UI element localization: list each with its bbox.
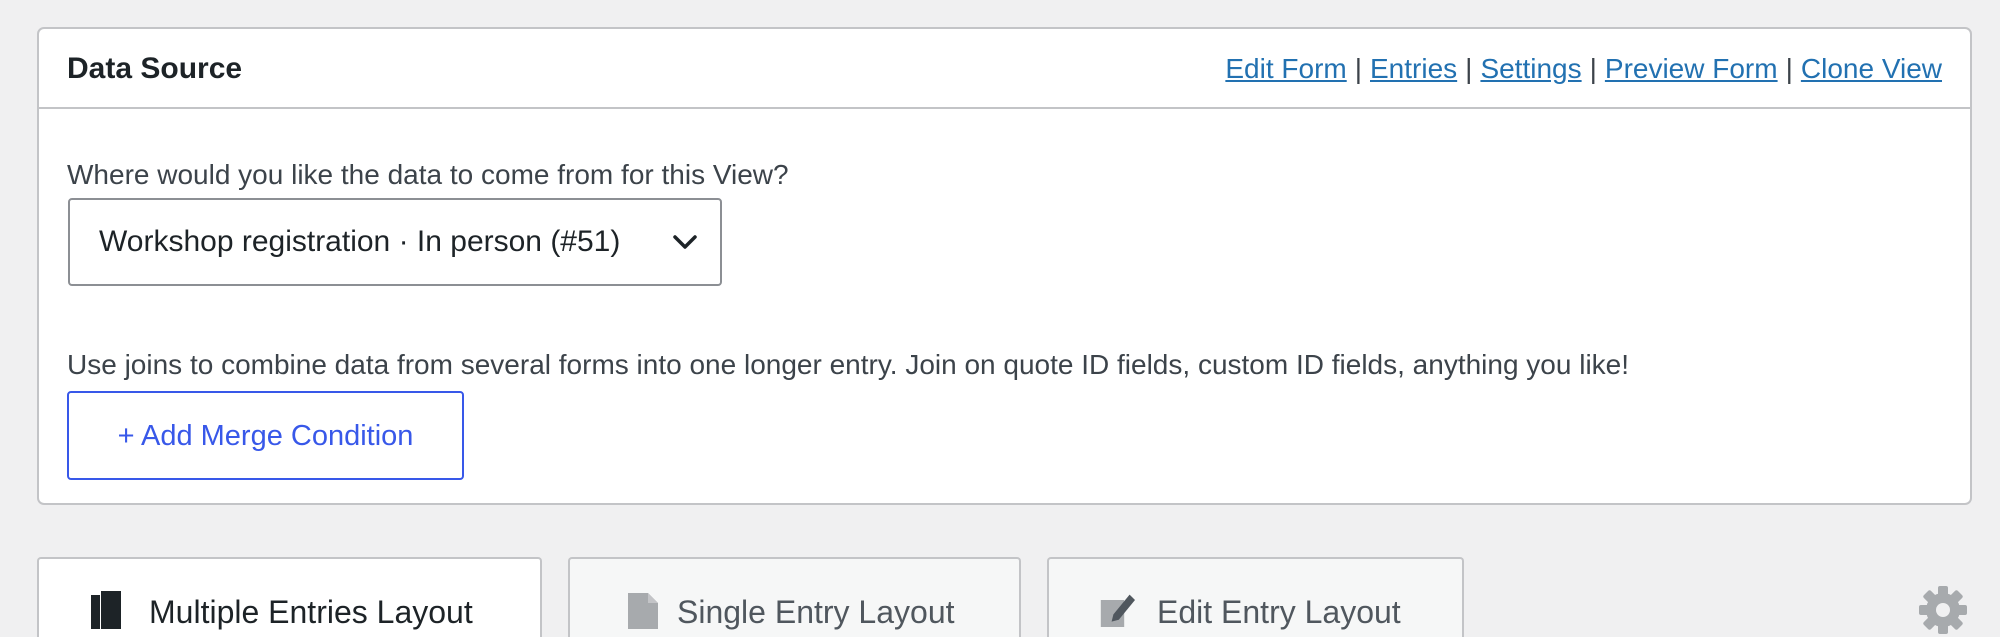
tab-label: Multiple Entries Layout (149, 594, 473, 630)
preview-form-link[interactable]: Preview Form (1605, 53, 1778, 84)
directory-icon (91, 591, 121, 629)
add-merge-condition-button[interactable]: + Add Merge Condition (67, 391, 464, 480)
edit-icon (1100, 594, 1135, 627)
data-source-panel: Data Source Edit Form | Entries | Settings | P… (37, 27, 1972, 505)
edit-form-link[interactable]: Edit Form (1225, 53, 1346, 84)
form-select-value: Workshop registration · In person (#51) (99, 225, 621, 258)
tab-multiple-entries-layout[interactable]: Multiple Entries Layout (37, 557, 542, 637)
panel-title: Data Source (67, 52, 243, 85)
document-icon (628, 593, 658, 629)
data-source-question: Where would you like the data to come fr… (67, 159, 789, 190)
tab-label: Single Entry Layout (677, 594, 955, 630)
clone-view-link[interactable]: Clone View (1801, 53, 1942, 84)
settings-link[interactable]: Settings (1480, 53, 1581, 84)
entries-link[interactable]: Entries (1370, 53, 1457, 84)
link-separator: | (1354, 53, 1362, 84)
joins-help-text: Use joins to combine data from several f… (67, 349, 1630, 380)
link-separator: | (1465, 53, 1473, 84)
tab-edit-entry-layout[interactable]: Edit Entry Layout (1047, 557, 1464, 637)
panel-header: Data Source Edit Form | Entries | Settings | P… (39, 29, 1970, 109)
tab-label: Edit Entry Layout (1157, 594, 1401, 630)
tab-single-entry-layout[interactable]: Single Entry Layout (568, 557, 1021, 637)
header-links: Edit Form | Entries | Settings | Preview Form |… (1225, 51, 1942, 87)
link-separator: | (1785, 53, 1793, 84)
form-select[interactable]: Workshop registration · In person (#51) (68, 198, 722, 286)
link-separator: | (1589, 53, 1597, 84)
gear-icon[interactable] (1917, 584, 1969, 636)
chevron-down-icon (673, 235, 697, 249)
